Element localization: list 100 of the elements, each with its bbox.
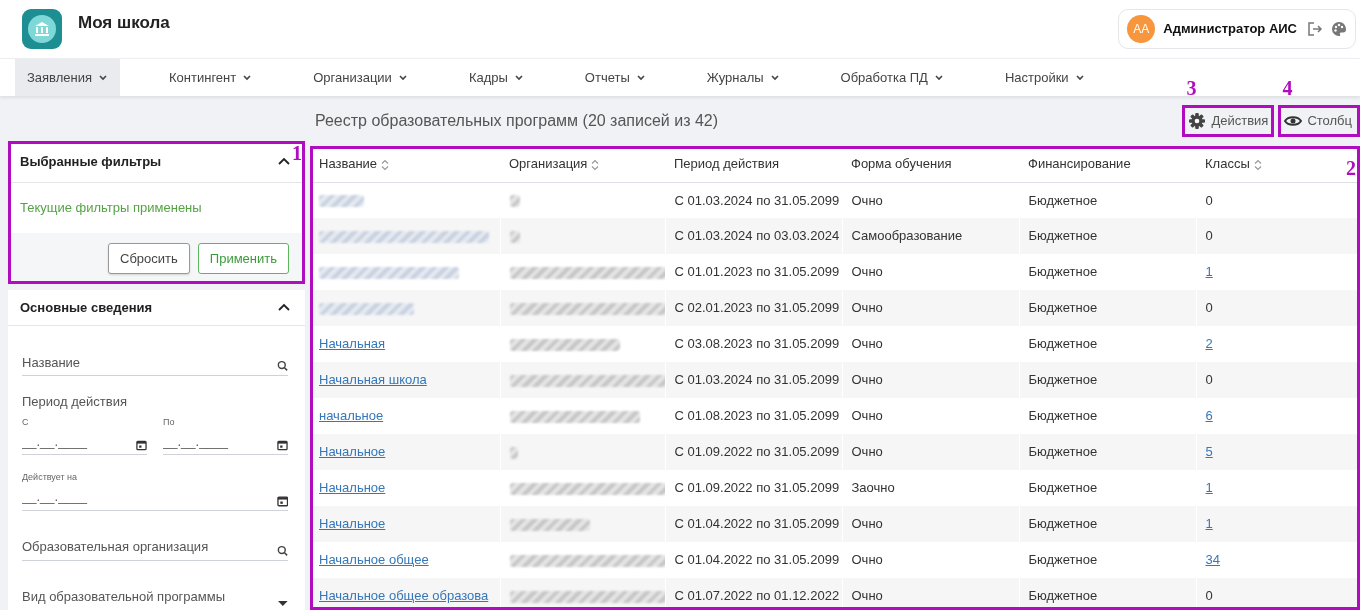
chevron-down-icon: [635, 73, 646, 82]
user-avatar: АА: [1127, 15, 1156, 43]
column-header[interactable]: Период действия: [674, 156, 779, 171]
field-label: По: [163, 415, 176, 429]
table-cell-text: С 01.04.2022 по 31.05.2099: [674, 552, 840, 568]
column-header[interactable]: Организация: [509, 156, 600, 171]
table-cell-text: С 01.03.2024 по 03.03.2024: [674, 228, 840, 244]
sort-icon: [381, 158, 390, 171]
palette-icon[interactable]: [1331, 21, 1347, 37]
table-cell-text: Очно: [851, 552, 883, 568]
panel-title: Основные сведения: [20, 298, 153, 317]
input-field[interactable]: Образовательная организация: [22, 537, 277, 557]
chevron-down-icon: [933, 73, 944, 82]
table-cell-text: С 01.03.2024 по 31.05.2099: [674, 192, 840, 208]
table-cell-text: Очно: [851, 372, 883, 388]
column-header[interactable]: Форма обучения: [851, 156, 952, 171]
table-cell-text: Самообразование: [851, 228, 963, 244]
classes-count-link[interactable]: 5: [1205, 444, 1213, 460]
nav-menu-item[interactable]: Контингент: [157, 59, 265, 96]
field-label: С: [22, 415, 30, 429]
table-cell-text: С 02.01.2023 по 31.05.2099: [674, 300, 840, 316]
input-field[interactable]: Вид образовательной программы: [22, 587, 279, 607]
nav-menu-item[interactable]: Журналы: [694, 59, 792, 96]
classes-count-link[interactable]: 1: [1205, 264, 1213, 280]
nav-menu-item[interactable]: Кадры: [456, 59, 536, 96]
chevron-down-icon: [397, 73, 408, 82]
table-cell-text: Заочно: [851, 480, 895, 496]
nav-menu-item[interactable]: Отчеты: [572, 59, 658, 96]
table-cell-text: Очно: [851, 300, 883, 316]
table-cell-text: Бюджетное: [1028, 552, 1098, 568]
classes-count-link[interactable]: 34: [1205, 552, 1220, 568]
input-field[interactable]: __.__.____: [22, 431, 137, 451]
table-cell-text: С 01.09.2022 по 31.05.2099: [674, 480, 840, 496]
dropdown-caret-icon: [278, 600, 288, 607]
calendar-icon: [277, 439, 288, 451]
table-cell-text: Очно: [851, 588, 883, 604]
reset-button[interactable]: Сбросить: [108, 242, 190, 274]
logout-icon[interactable]: [1305, 20, 1323, 38]
program-name-link[interactable]: Начальное общее: [319, 552, 429, 568]
classes-count-link[interactable]: 6: [1205, 408, 1213, 424]
chevron-up-icon[interactable]: [277, 302, 291, 313]
annotation-number: 3: [1186, 78, 1197, 98]
gear-icon: [1188, 112, 1207, 130]
table-cell-text: С 01.03.2024 по 31.05.2099: [674, 372, 840, 388]
calendar-icon: [276, 494, 288, 507]
annotation-number: 4: [1282, 78, 1293, 98]
page-title: Реестр образовательных программ (20 записей из 42): [315, 111, 719, 131]
table-cell-text: 0: [1205, 372, 1213, 388]
field-label: Период действия: [22, 393, 128, 411]
table-cell-text: Бюджетное: [1028, 192, 1098, 208]
table-cell-text: С 01.08.2023 по 31.05.2099: [674, 408, 840, 424]
table-cell-text: С 01.09.2022 по 31.05.2099: [674, 444, 840, 460]
table-cell-text: Бюджетное: [1028, 516, 1098, 532]
table-cell-text: Бюджетное: [1028, 228, 1098, 244]
classes-count-link[interactable]: 1: [1205, 480, 1213, 496]
annotation-number: 1: [292, 143, 302, 163]
program-name-link[interactable]: Начальная: [319, 336, 386, 352]
search-icon: [276, 360, 288, 372]
nav-menu-item[interactable]: Обработка ПД: [828, 59, 956, 96]
filter-status-text: Текущие фильтры применены: [19, 199, 203, 217]
classes-count-link[interactable]: 2: [1205, 336, 1213, 352]
table-cell-text: Очно: [851, 516, 883, 532]
program-name-link[interactable]: Начальное: [319, 516, 386, 532]
search-icon: [276, 544, 288, 557]
input-field[interactable]: __.__.____: [22, 487, 277, 507]
app-title: Моя школа: [78, 12, 170, 35]
input-field[interactable]: __.__.____: [163, 431, 278, 451]
table-cell-text: Бюджетное: [1028, 264, 1098, 280]
nav-menu-item[interactable]: Настройки: [992, 59, 1097, 96]
nav-menu-item[interactable]: Заявления: [15, 59, 121, 96]
calendar-icon: [136, 439, 147, 451]
annotation-number: 2: [1346, 158, 1356, 178]
table-cell-text: 0: [1205, 588, 1213, 604]
apply-button[interactable]: Применить: [197, 242, 289, 274]
column-header[interactable]: Название: [319, 156, 390, 171]
input-field[interactable]: Название: [22, 352, 277, 372]
table-cell-text: С 01.01.2023 по 31.05.2099: [674, 264, 840, 280]
table-cell-text: Бюджетное: [1028, 300, 1098, 316]
table-cell-text: С 03.08.2023 по 31.05.2099: [674, 336, 840, 352]
column-header[interactable]: Финансирование: [1028, 156, 1131, 171]
table-cell-text: Бюджетное: [1028, 588, 1098, 604]
program-name-link[interactable]: Начальное: [319, 444, 386, 460]
chevron-down-icon: [513, 73, 524, 82]
classes-count-link[interactable]: 1: [1205, 516, 1213, 532]
table-cell-text: С 01.07.2022 по 01.12.2022: [674, 588, 840, 604]
sort-icon: [1253, 158, 1262, 171]
field-label: Действует на: [22, 471, 79, 484]
table-cell-text: Очно: [851, 444, 883, 460]
table-cell-text: Бюджетное: [1028, 408, 1098, 424]
program-name-link[interactable]: Начальное: [319, 480, 386, 496]
table-cell-text: 0: [1205, 192, 1213, 208]
chevron-up-icon[interactable]: [277, 156, 291, 167]
nav-menu-item[interactable]: Организации: [301, 59, 420, 96]
table-cell-text: Очно: [851, 192, 883, 208]
table-cell-text: Бюджетное: [1028, 480, 1098, 496]
table-cell-text: 0: [1205, 228, 1213, 244]
program-name-link[interactable]: начальное: [319, 408, 384, 424]
column-header[interactable]: Классы: [1205, 156, 1262, 171]
table-cell-text: Очно: [851, 264, 883, 280]
table-cell-text: Бюджетное: [1028, 372, 1098, 388]
